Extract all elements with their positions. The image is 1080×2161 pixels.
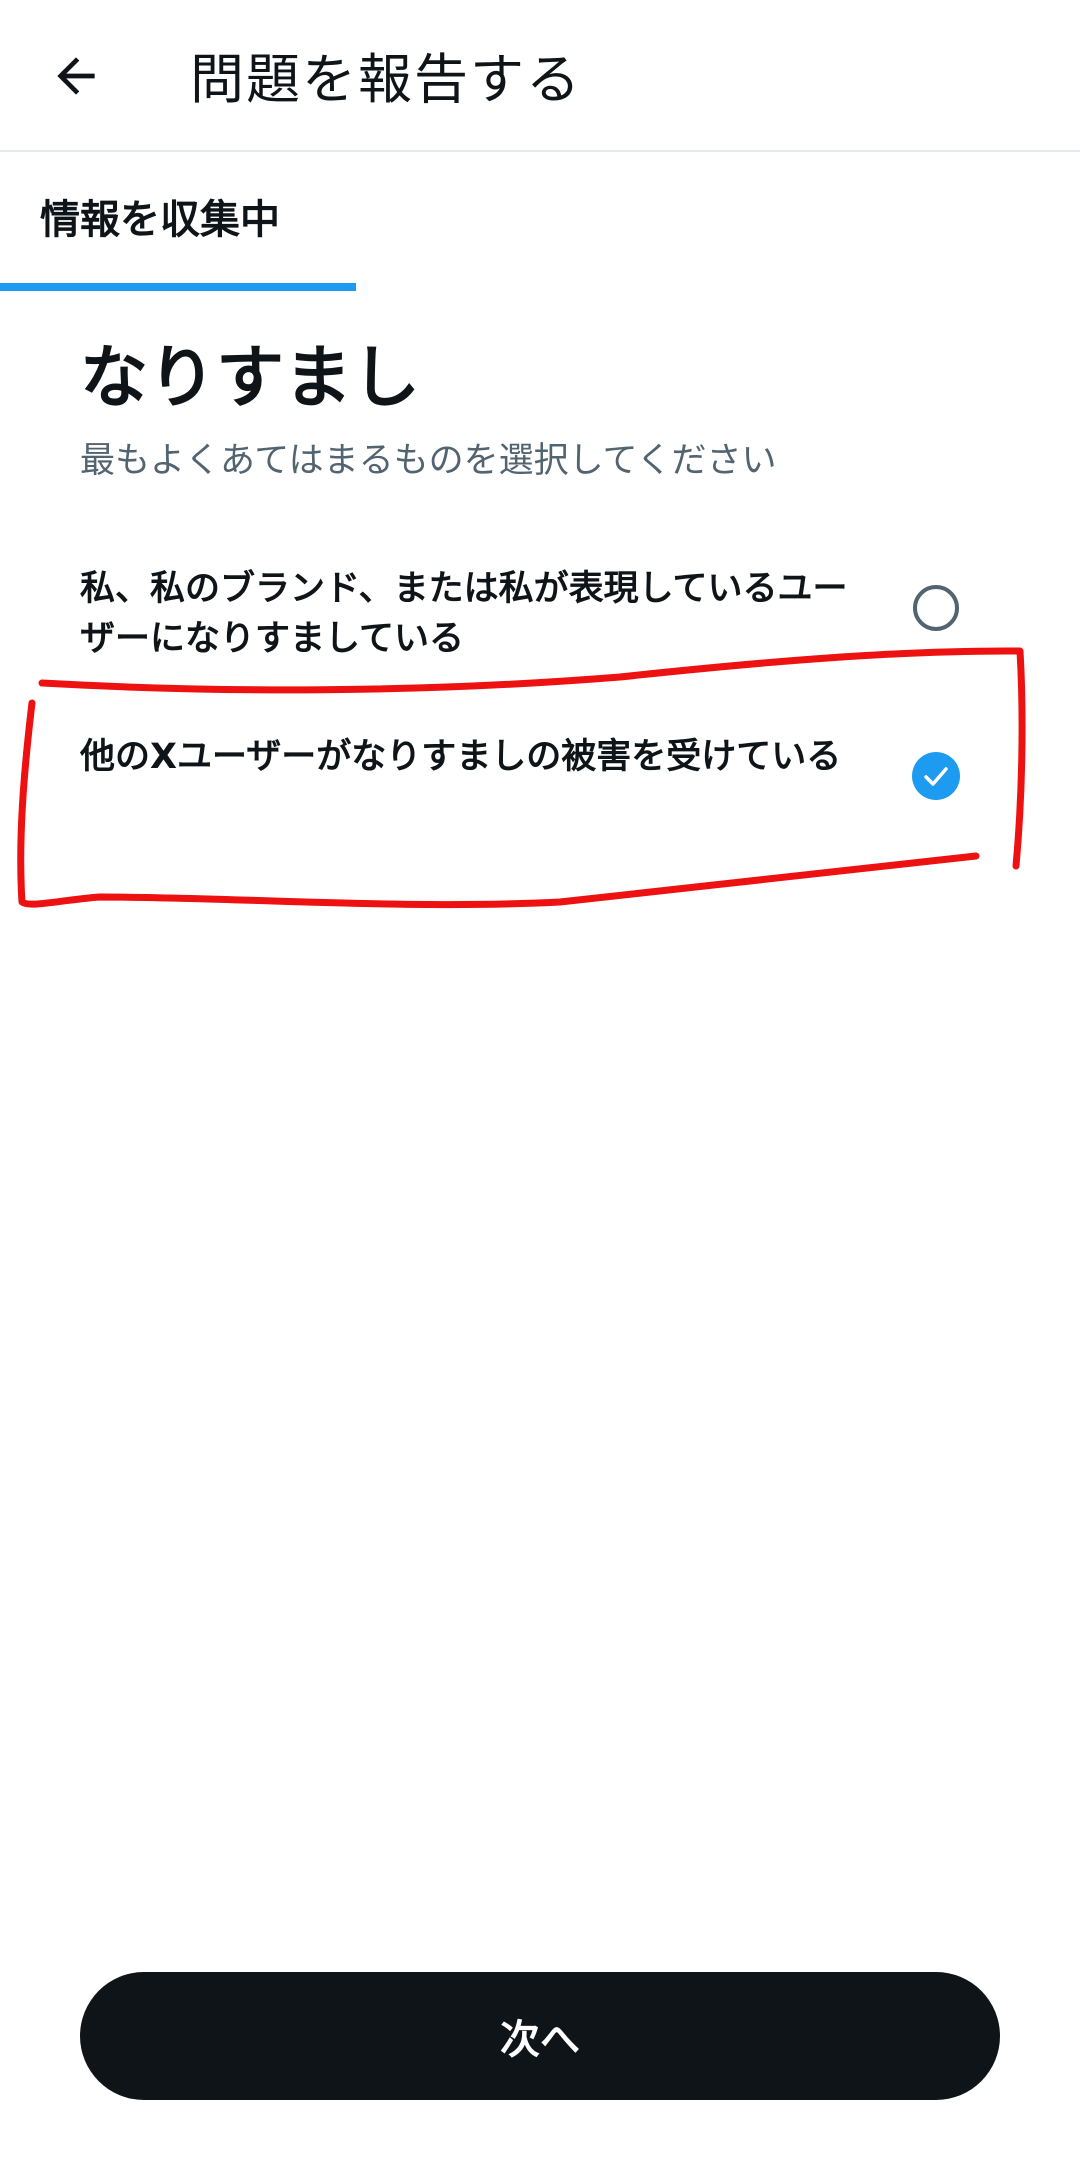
tab-gathering-info: 情報を収集中 <box>0 152 356 292</box>
tab-label: 情報を収集中 <box>40 197 280 243</box>
page-header-title: 問題を報告する <box>190 48 582 111</box>
red-annotation-outline <box>17 647 1026 909</box>
radio-checked-icon[interactable] <box>912 752 960 800</box>
back-button[interactable] <box>36 36 116 116</box>
option-impersonating-me[interactable]: 私、私のブランド、または私が表現しているユーザーになりすましている <box>80 564 1000 704</box>
page-title: なりすまし <box>80 339 421 418</box>
page-subtitle: 最もよくあてはまるものを選択してください <box>80 441 777 481</box>
progress-bar <box>0 283 356 291</box>
option-impersonating-other-user[interactable]: 他のXユーザーがなりすましの被害を受けている <box>80 732 1000 872</box>
next-button[interactable]: 次へ <box>80 1972 1000 2100</box>
app-header: 問題を報告する <box>0 0 1080 152</box>
option-label: 他のXユーザーがなりすましの被害を受けている <box>80 737 842 777</box>
arrow-left-icon <box>57 57 95 95</box>
radio-unchecked-icon[interactable] <box>912 584 960 632</box>
progress-tabbar: 情報を収集中 <box>0 152 1080 292</box>
option-label: 私、私のブランド、または私が表現しているユーザーになりすましている <box>80 569 848 659</box>
